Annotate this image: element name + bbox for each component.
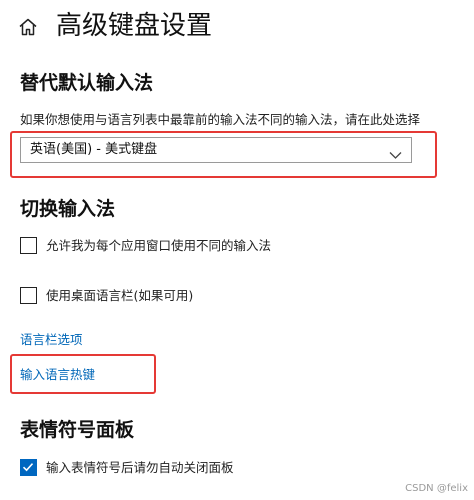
red-highlight-box-select	[10, 131, 437, 178]
link-language-bar-options[interactable]: 语言栏选项	[20, 331, 83, 349]
section-heading-default-input: 替代默认输入法	[20, 72, 154, 94]
checkbox-emoji-keep-open[interactable]	[20, 459, 37, 476]
default-input-description: 如果你想使用与语言列表中最靠前的输入法不同的输入法，请在此处选择	[20, 112, 421, 127]
checkbox-desktop-language-bar[interactable]	[20, 287, 37, 304]
section-heading-switch-input: 切换输入法	[20, 198, 116, 220]
checkbox-per-app-input[interactable]	[20, 237, 37, 254]
checkbox-label: 使用桌面语言栏(如果可用)	[46, 288, 194, 303]
section-heading-emoji-panel: 表情符号面板	[20, 419, 135, 441]
checkbox-label: 输入表情符号后请勿自动关闭面板	[46, 460, 234, 475]
checkbox-label: 允许我为每个应用窗口使用不同的输入法	[46, 238, 272, 253]
watermark: CSDN @felix	[405, 483, 468, 494]
page-title: 高级键盘设置	[56, 11, 213, 41]
home-icon[interactable]	[17, 16, 39, 38]
red-highlight-box-hotkey	[10, 354, 156, 394]
